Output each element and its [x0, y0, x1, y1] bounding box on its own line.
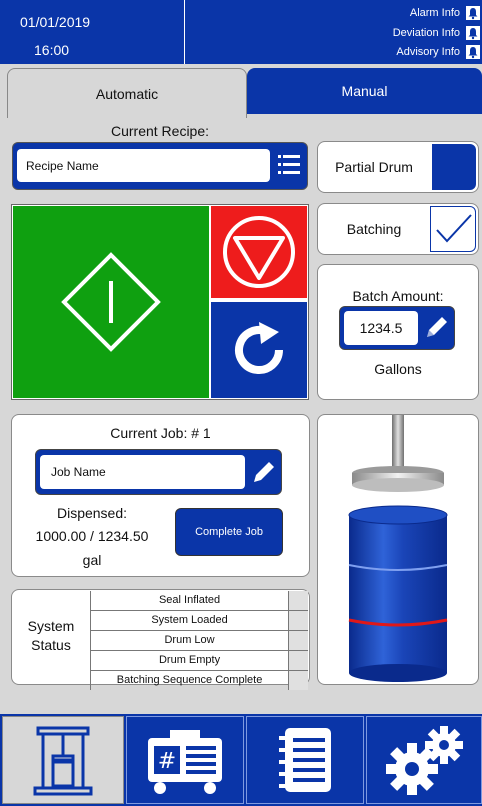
advisory-bell-icon[interactable]	[466, 45, 480, 59]
alarm-bell-icon[interactable]	[466, 6, 480, 20]
system-status-label-2: Status	[31, 637, 71, 653]
drum-press-illustration	[348, 415, 448, 682]
batching-checkbox[interactable]	[430, 206, 476, 252]
start-button[interactable]	[13, 206, 209, 398]
batch-amount-label: Batch Amount:	[352, 288, 444, 304]
batching-toggle[interactable]: Batching	[317, 203, 479, 255]
job-name-field[interactable]: Job Name	[40, 455, 245, 489]
current-job-label: Current Job: # 1	[110, 425, 211, 441]
reset-button[interactable]	[211, 302, 307, 398]
status-indicator	[288, 671, 308, 690]
status-indicator	[288, 611, 308, 630]
status-row: Seal Inflated	[90, 591, 308, 611]
dispensed-label: Dispensed:	[56, 505, 128, 521]
tab-automatic[interactable]: Automatic	[7, 68, 247, 118]
status-row-label: Drum Low	[164, 634, 215, 646]
start-icon	[61, 252, 161, 352]
dispensed-unit: gal	[82, 552, 102, 568]
tab-manual-label: Manual	[341, 83, 388, 99]
pencil-icon[interactable]	[422, 312, 452, 342]
status-indicator	[288, 651, 308, 670]
drum-calculator-icon: #	[148, 730, 222, 794]
job-pencil-icon[interactable]	[249, 457, 279, 487]
nav-notebook[interactable]	[246, 716, 364, 804]
batch-amount-unit: Gallons	[374, 361, 422, 377]
system-status-label-1: System	[27, 618, 75, 634]
status-indicator	[288, 631, 308, 650]
batching-label: Batching	[346, 221, 402, 237]
recipe-name-field[interactable]: Recipe Name	[17, 149, 270, 182]
status-row-label: Batching Sequence Complete	[116, 674, 263, 686]
time-display: 16:00	[34, 42, 70, 58]
gears-icon	[386, 726, 463, 795]
system-status-label: System Status	[12, 617, 90, 655]
status-row: Drum Low	[90, 631, 308, 651]
tab-manual[interactable]: Manual	[247, 68, 482, 114]
tab-automatic-label: Automatic	[95, 85, 159, 102]
deviation-info-link[interactable]: Deviation Info	[393, 27, 460, 39]
press-machine-icon	[33, 726, 93, 796]
job-name-text: Job Name	[51, 465, 106, 479]
check-icon	[436, 214, 472, 243]
batch-amount-value: 1234.5	[359, 320, 403, 336]
recipe-name-text: Recipe Name	[26, 158, 99, 173]
status-row-label: System Loaded	[151, 614, 228, 626]
status-row: Drum Empty	[90, 651, 308, 671]
alarm-info-link[interactable]: Alarm Info	[410, 7, 460, 19]
nav-drum-calculator[interactable]: #	[126, 716, 244, 804]
stop-icon	[223, 216, 295, 288]
partial-drum-indicator	[432, 144, 476, 190]
complete-job-button[interactable]: Complete Job	[175, 508, 283, 556]
advisory-info-link[interactable]: Advisory Info	[396, 46, 460, 58]
header-divider	[184, 0, 185, 64]
stop-button[interactable]	[211, 206, 307, 298]
status-row-label: Drum Empty	[158, 654, 221, 666]
complete-job-label: Complete Job	[195, 526, 263, 538]
status-indicator	[288, 591, 308, 610]
status-row-label: Seal Inflated	[158, 594, 221, 606]
dispensed-value: 1000.00 / 1234.50	[35, 528, 149, 544]
nav-press[interactable]	[2, 716, 124, 804]
nav-settings[interactable]	[366, 716, 482, 804]
status-row: Batching Sequence Complete	[90, 671, 308, 690]
drum-panel	[317, 414, 479, 685]
notebook-list-icon	[279, 728, 331, 792]
current-recipe-label: Current Recipe:	[110, 123, 210, 139]
batch-amount-field[interactable]: 1234.5	[344, 311, 418, 345]
partial-drum-toggle[interactable]: Partial Drum	[317, 141, 479, 193]
status-row: System Loaded	[90, 611, 308, 631]
svg-text:#: #	[158, 749, 176, 774]
list-icon[interactable]	[276, 151, 302, 179]
date-display: 01/01/2019	[20, 14, 91, 30]
partial-drum-label: Partial Drum	[335, 159, 413, 175]
status-table: Seal Inflated System Loaded Drum Low Dru…	[90, 591, 308, 690]
deviation-bell-icon[interactable]	[466, 26, 480, 40]
refresh-icon	[235, 322, 283, 374]
